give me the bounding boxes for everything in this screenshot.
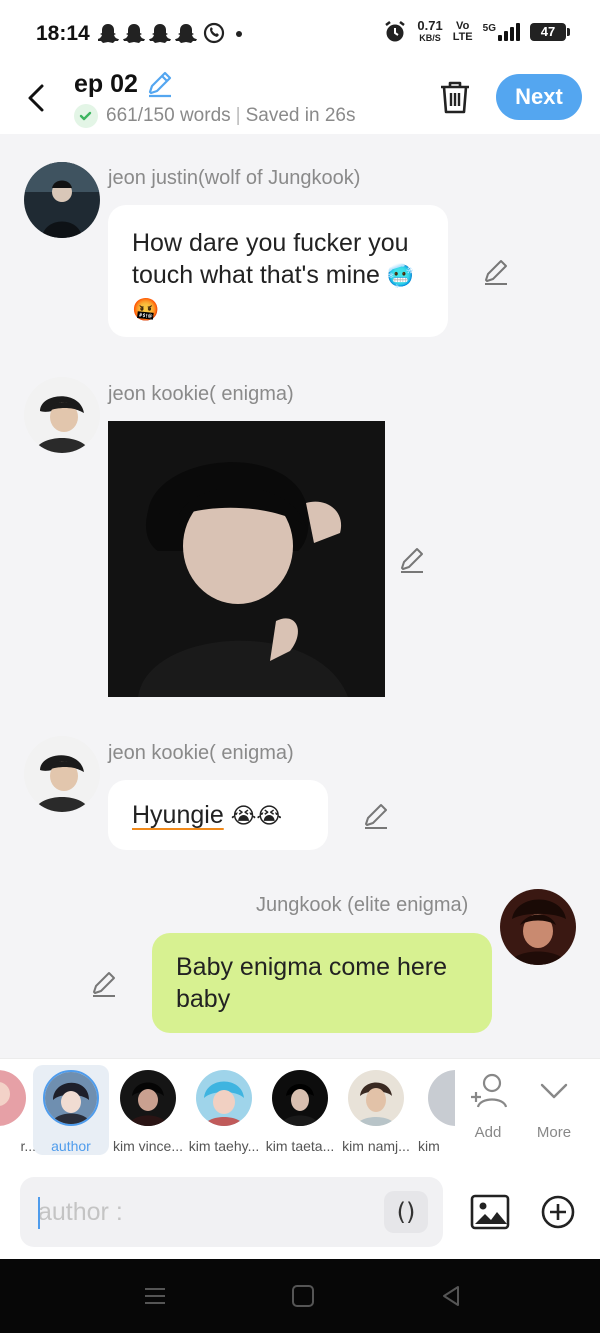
character-chip-selected[interactable]: author — [33, 1065, 109, 1155]
sender-name: jeon kookie( enigma) — [108, 383, 294, 405]
character-avatar — [428, 1070, 455, 1126]
pencil-icon — [485, 260, 507, 285]
avatar-jeon-kookie[interactable] — [24, 736, 100, 812]
parentheses-button[interactable]: () — [384, 1191, 428, 1233]
add-character-button[interactable]: Add — [458, 1071, 518, 1153]
system-nav-bar — [0, 1259, 600, 1333]
chevron-left-icon — [28, 84, 44, 112]
edit-message-button[interactable] — [482, 258, 510, 286]
delete-button[interactable] — [438, 78, 472, 116]
message-bubble[interactable]: Hyungie 😭😭 — [108, 780, 328, 850]
message-text: Baby enigma come here baby — [176, 953, 447, 1013]
notification-icons — [97, 22, 248, 50]
character-bar: r... author kim vince... kim taehy... ki… — [0, 1058, 600, 1164]
snapchat-icons — [97, 22, 242, 44]
pencil-icon — [365, 804, 387, 829]
insert-image-button[interactable] — [470, 1194, 510, 1230]
save-status: 661/150 words | Saved in 26s — [106, 105, 356, 126]
character-chip[interactable]: r... — [0, 1065, 36, 1155]
word-count: 661/150 words — [106, 105, 231, 126]
saved-time: Saved in 26s — [245, 105, 356, 126]
character-chip[interactable]: kim namj... — [338, 1065, 414, 1155]
edit-message-button[interactable] — [362, 802, 390, 830]
sender-name: Jungkook (elite enigma) — [256, 894, 469, 916]
add-user-icon — [471, 1073, 508, 1108]
pencil-icon — [148, 71, 172, 98]
signal-icon: 5G — [483, 23, 520, 41]
message-input[interactable] — [38, 1177, 378, 1247]
add-button[interactable] — [540, 1194, 576, 1230]
status-right: 0.71 KB/S Vo LTE 5G 47 — [383, 18, 570, 44]
character-avatar — [120, 1070, 176, 1126]
volte-indicator: Vo LTE — [452, 20, 473, 43]
image-icon — [470, 1194, 510, 1230]
editor-header: ep 02 661/150 words | Saved in 26s Next — [0, 62, 600, 134]
compose-bar: () — [0, 1164, 600, 1259]
pencil-icon — [93, 972, 115, 997]
character-chip[interactable]: kim taeta... — [262, 1065, 338, 1155]
triangle-back-icon — [443, 1286, 459, 1306]
alarm-icon — [385, 21, 406, 42]
menu-icon — [145, 1288, 165, 1304]
back-button[interactable] — [22, 80, 52, 116]
battery-icon: 47 — [530, 23, 570, 41]
edit-title-button[interactable] — [146, 70, 174, 98]
character-chip[interactable]: kim taehy... — [186, 1065, 262, 1155]
saved-check-icon — [74, 104, 98, 128]
pencil-icon — [401, 548, 423, 573]
next-button[interactable]: Next — [496, 74, 582, 120]
net-speed: 0.71 KB/S — [417, 18, 443, 43]
plus-circle-icon — [541, 1195, 575, 1229]
message-text: Hyungie — [132, 801, 224, 829]
character-chip[interactable]: kim vince... — [110, 1065, 186, 1155]
character-avatar — [196, 1070, 252, 1126]
status-bar: 18:14 0.71 KB/S Vo LTE 5G 47 — [0, 0, 600, 62]
message-bubble[interactable]: Baby enigma come here baby — [152, 933, 492, 1033]
message-text: How dare you fucker you touch what that'… — [132, 229, 409, 289]
recent-apps-button[interactable] — [144, 1285, 166, 1307]
message-bubble[interactable]: How dare you fucker you touch what that'… — [108, 205, 448, 337]
system-back-button[interactable] — [440, 1285, 462, 1307]
sender-name: jeon justin(wolf of Jungkook) — [108, 167, 361, 189]
character-chip[interactable]: kim — [414, 1065, 455, 1155]
character-avatar — [0, 1070, 26, 1126]
edit-message-button[interactable] — [90, 970, 118, 998]
character-avatar — [348, 1070, 404, 1126]
edit-message-button[interactable] — [398, 546, 426, 574]
message-input-container: () — [20, 1177, 443, 1247]
avatar-jungkook[interactable] — [500, 889, 576, 965]
character-avatar — [43, 1070, 99, 1126]
character-list: r... author kim vince... kim taehy... ki… — [0, 1059, 455, 1165]
home-button[interactable] — [292, 1285, 314, 1307]
sender-name: jeon kookie( enigma) — [108, 742, 294, 764]
chevron-down-icon — [540, 1083, 568, 1099]
character-avatar — [272, 1070, 328, 1126]
text-cursor — [38, 1197, 40, 1229]
avatar-jeon-kookie[interactable] — [24, 377, 100, 453]
avatar-jeon-justin[interactable] — [24, 162, 100, 238]
status-time: 18:14 — [36, 22, 90, 45]
message-image[interactable] — [108, 421, 385, 697]
episode-title: ep 02 — [74, 70, 138, 98]
trash-icon — [441, 81, 469, 114]
more-characters-button[interactable]: More — [522, 1071, 586, 1153]
message-emojis: 😭😭 — [230, 804, 283, 829]
